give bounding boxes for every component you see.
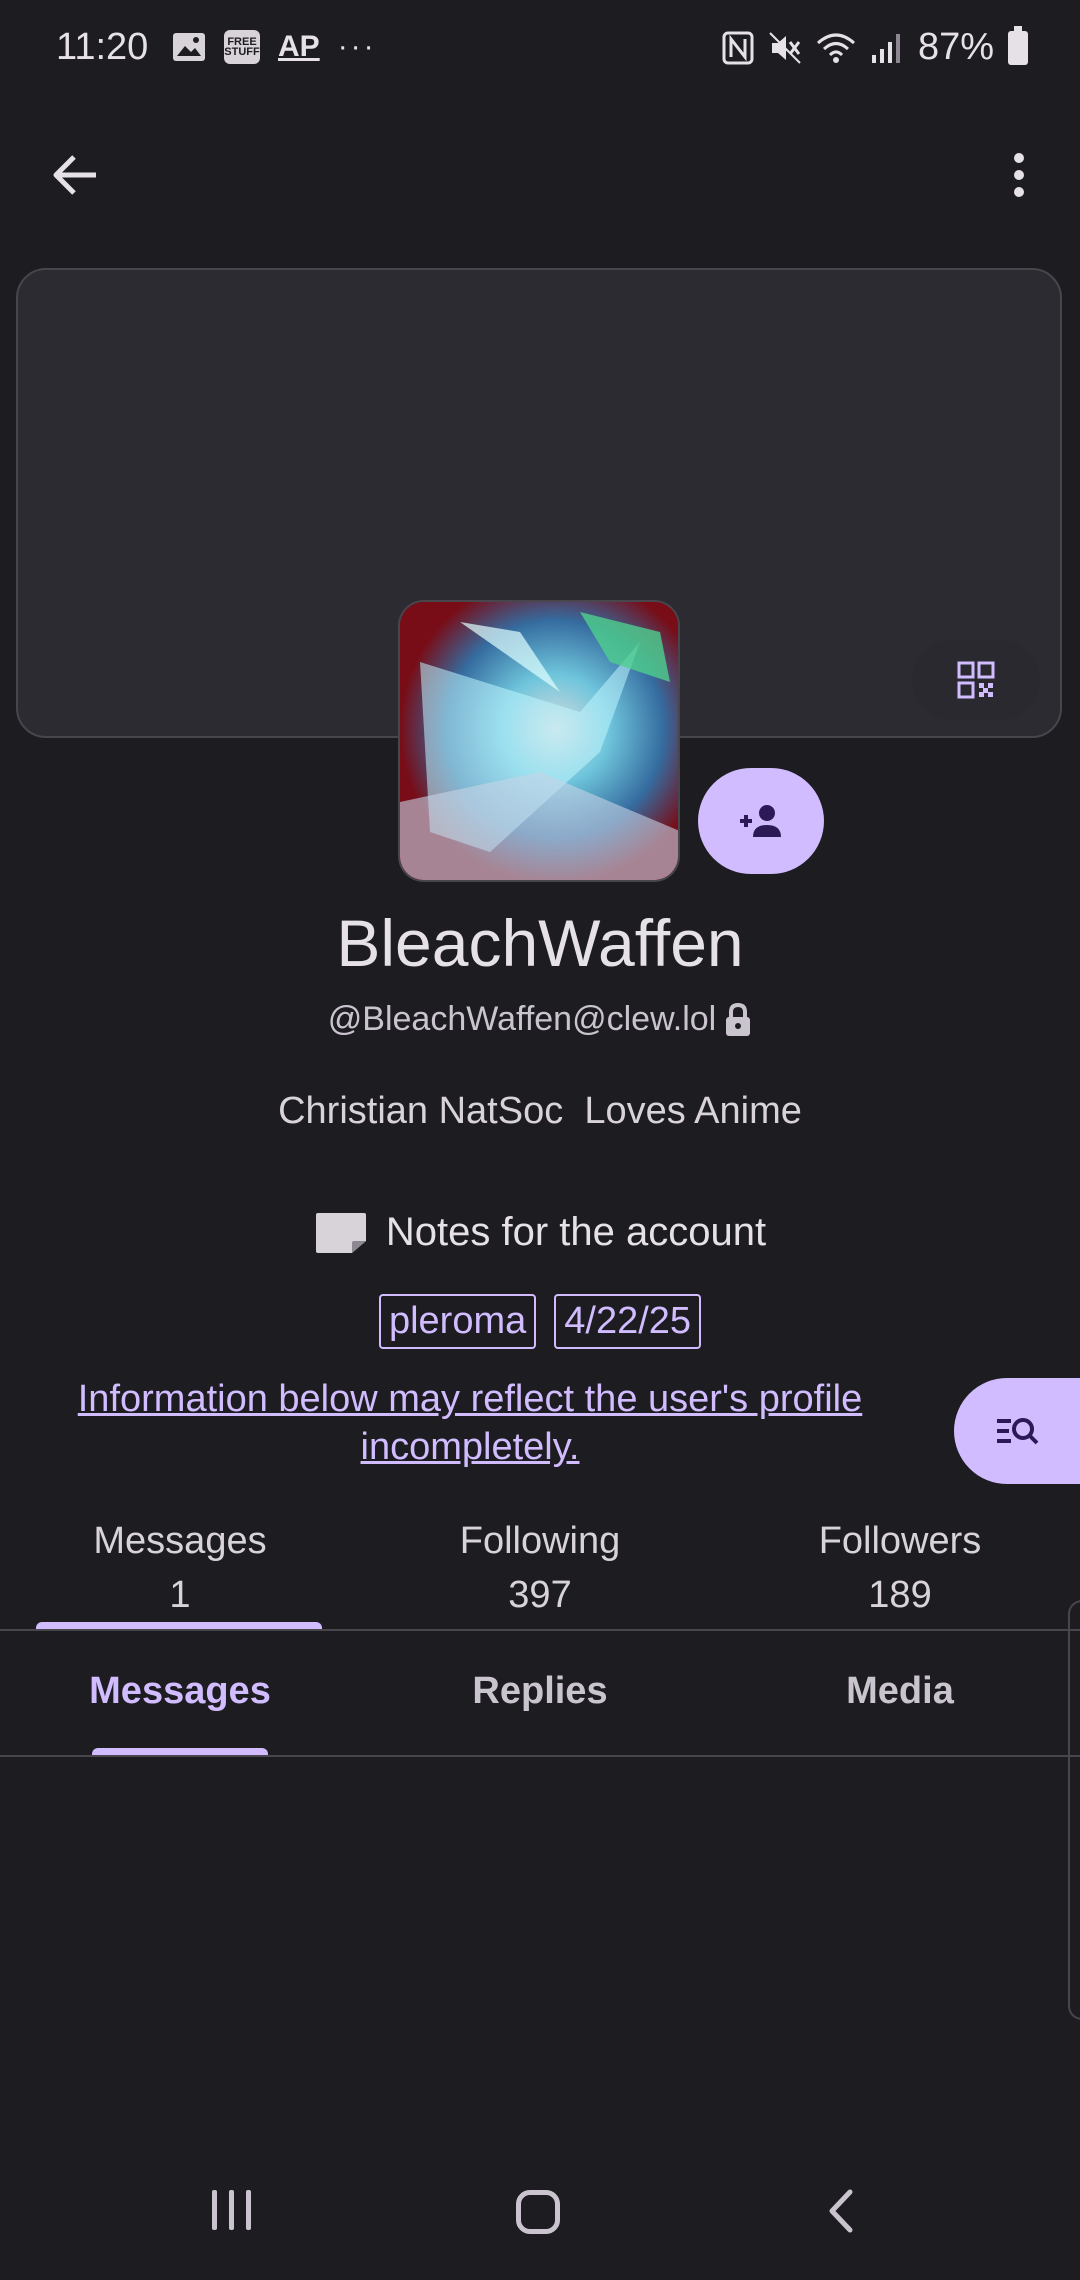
- more-notifications-icon: ···: [337, 30, 377, 63]
- wifi-icon: [816, 33, 855, 63]
- person-add-icon: [740, 805, 781, 837]
- account-notes-button[interactable]: Notes for the account: [0, 1210, 1080, 1255]
- stat-messages-label: Messages: [93, 1520, 267, 1562]
- software-tag: pleroma: [378, 1294, 537, 1349]
- chevron-left-icon: [829, 2189, 853, 2233]
- profile-bio: Christian NatSoc Loves Anime: [278, 1090, 802, 1132]
- tab-messages[interactable]: Messages: [0, 1670, 360, 1713]
- more-vert-icon: [1014, 153, 1024, 197]
- join-date-tag: 4/22/25: [554, 1294, 702, 1349]
- stat-followers-value: 189: [868, 1574, 932, 1616]
- status-system-icons: 87%: [722, 25, 1028, 69]
- status-notification-icons: FREE STUFF AP ···: [172, 30, 377, 64]
- stat-followers-label: Followers: [818, 1520, 982, 1562]
- battery-icon: [1008, 25, 1028, 65]
- account-tags: pleroma 4/22/25: [0, 1294, 1080, 1349]
- more-options-button[interactable]: [984, 140, 1054, 210]
- signal-icon: [871, 33, 900, 63]
- recent-apps-icon: [212, 2190, 217, 2230]
- battery-percent: 87%: [917, 26, 994, 68]
- qr-code-button[interactable]: [912, 640, 1040, 720]
- stat-messages-value: 1: [169, 1574, 191, 1616]
- stat-following-label: Following: [459, 1520, 621, 1562]
- image-icon: [173, 33, 205, 61]
- search-posts-button[interactable]: [954, 1378, 1080, 1484]
- list-search-icon: [997, 1418, 1039, 1445]
- divider: [0, 1755, 1080, 1757]
- system-back-button[interactable]: [820, 2186, 860, 2236]
- divider: [0, 1629, 1080, 1631]
- display-name: BleachWaffen: [336, 906, 744, 980]
- home-button[interactable]: [516, 2190, 560, 2234]
- tab-replies[interactable]: Replies: [360, 1670, 720, 1713]
- ap-news-icon: AP: [278, 30, 320, 63]
- scroll-handle[interactable]: [1068, 1600, 1080, 2020]
- account-handle: @BleachWaffen@clew.lol: [327, 1000, 717, 1038]
- qr-code-icon: [957, 661, 995, 699]
- notes-label: Notes for the account: [385, 1210, 767, 1254]
- stat-following-value: 397: [508, 1574, 572, 1616]
- avatar[interactable]: [398, 600, 680, 882]
- note-icon: [315, 1212, 366, 1253]
- back-button[interactable]: [40, 140, 110, 210]
- incomplete-profile-link[interactable]: Information below may reflect the user's…: [40, 1375, 900, 1471]
- avatar-image: [400, 602, 678, 880]
- stat-followers[interactable]: Followers 189: [720, 1514, 1080, 1622]
- mute-icon: [769, 31, 801, 64]
- arrow-left-icon: [53, 155, 96, 195]
- recent-apps-button[interactable]: [212, 2190, 262, 2234]
- account-handle-row: @BleachWaffen@clew.lol: [0, 1000, 1080, 1039]
- lock-icon: [726, 1002, 751, 1036]
- stat-following[interactable]: Following 397: [360, 1514, 720, 1622]
- follow-button[interactable]: [698, 768, 824, 874]
- nfc-icon: [722, 31, 754, 64]
- free-stuff-icon: FREE STUFF: [224, 30, 260, 64]
- tab-media[interactable]: Media: [720, 1670, 1080, 1713]
- stat-messages[interactable]: Messages 1: [0, 1514, 360, 1622]
- status-time: 11:20: [56, 26, 149, 68]
